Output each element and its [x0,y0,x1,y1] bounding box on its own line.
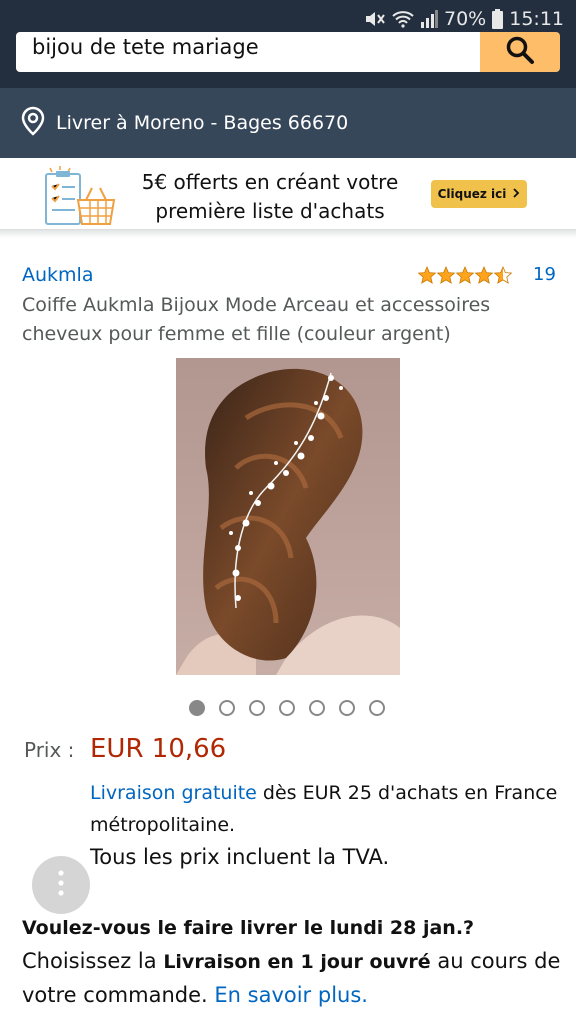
promo-line-2: première liste d'achats [155,199,385,223]
product-image[interactable] [176,358,400,675]
carousel-dot[interactable] [309,700,325,716]
search-query: bijou de tete mariage [32,35,259,59]
search-input[interactable]: bijou de tete mariage [16,32,481,72]
delivery-choose: Choisissez la [22,949,164,973]
star-rating[interactable] [418,264,518,286]
search-bar: bijou de tete mariage [0,32,576,88]
carousel-dot[interactable] [249,700,265,716]
wifi-icon [392,10,414,28]
rating-count[interactable]: 19 [533,264,556,285]
star-rating-icon [418,266,512,284]
image-carousel-dots[interactable] [189,700,385,716]
search-icon [505,35,535,69]
price-label: Prix : [24,738,75,762]
price: EUR 10,66 [90,734,227,764]
more-options-button[interactable] [32,856,90,914]
free-shipping-link[interactable]: Livraison gratuite [90,782,257,804]
tax-note: Tous les prix incluent la TVA. [90,845,390,869]
more-vertical-icon [58,870,64,900]
shopping-list-icon [40,164,120,232]
promo-line-1: 5€ offerts en créant votre [141,170,399,194]
mute-icon [364,9,386,29]
status-icons: 70% 15:11 [364,6,564,32]
delivery-promo: Voulez-vous le faire livrer le lundi 28 … [22,911,562,1012]
battery-icon [492,9,504,29]
delivery-question: Voulez-vous le faire livrer le lundi 28 … [22,917,475,939]
learn-more-link[interactable]: En savoir plus. [214,983,368,1007]
promo-button-label: Cliquez ici [437,187,507,201]
product-title: Coiffe Aukmla Bijoux Mode Arceau et acce… [22,294,491,345]
deliver-to-bar[interactable]: Livrer à Moreno - Bages 66670 [0,88,576,158]
carousel-dot[interactable] [369,700,385,716]
promo-button[interactable]: Cliquez ici [431,180,527,208]
promo-text: 5€ offerts en créant votre première list… [120,168,420,226]
battery-percent: 70% [444,8,487,30]
shipping-info: Livraison gratuite dès EUR 25 d'achats e… [90,777,560,841]
search-button[interactable] [480,32,560,72]
carousel-dot[interactable] [279,700,295,716]
delivery-option: Livraison en 1 jour ouvré [163,951,431,973]
chevron-right-icon [512,187,520,201]
clock: 15:11 [509,8,564,30]
carousel-dot[interactable] [339,700,355,716]
deliver-to-text: Livrer à Moreno - Bages 66670 [56,112,349,134]
promo-banner[interactable]: 5€ offerts en créant votre première list… [0,158,576,230]
location-pin-icon [20,106,46,141]
carousel-dot[interactable] [189,700,205,716]
brand-link[interactable]: Aukmla [22,264,93,286]
carousel-dot[interactable] [219,700,235,716]
divider [0,230,576,238]
signal-icon [420,10,438,28]
